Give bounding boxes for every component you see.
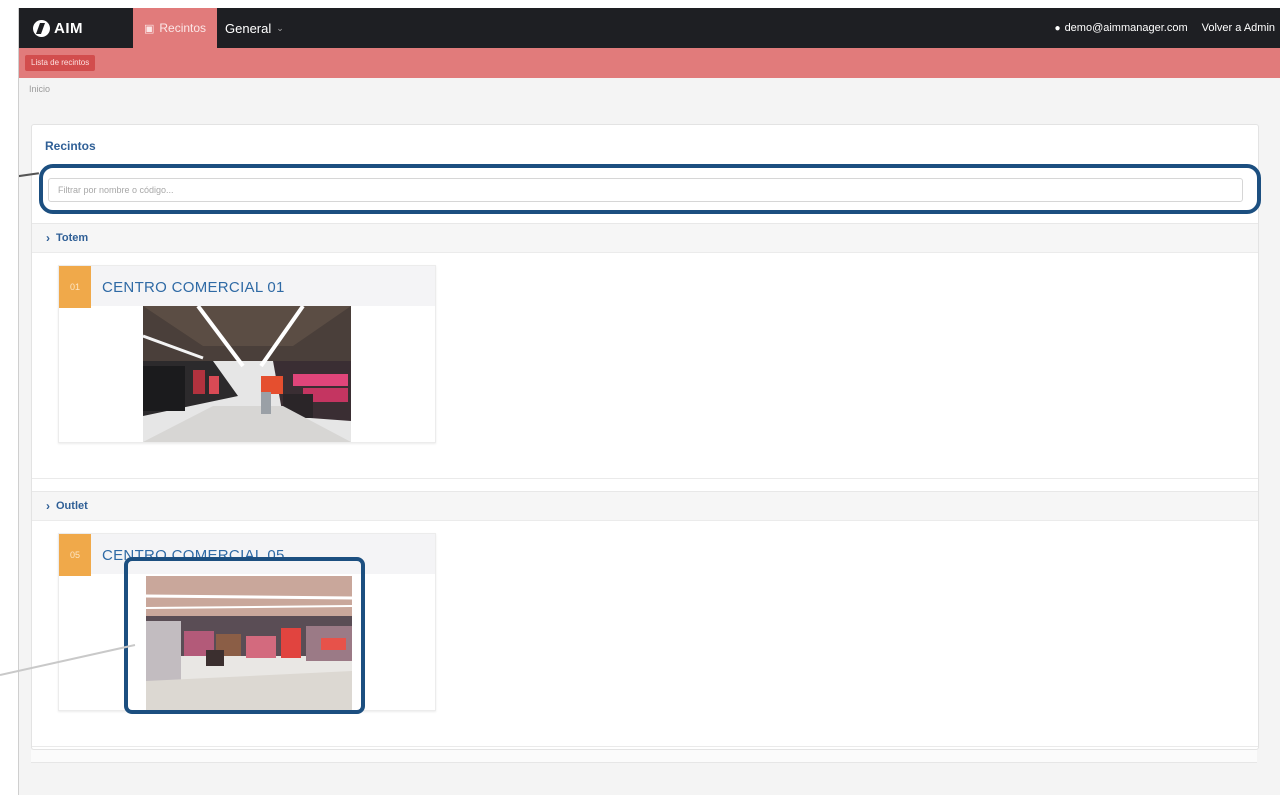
- nav-right: ● demo@aimmanager.com Volver a Admin: [1055, 8, 1275, 48]
- panel-footer: [31, 750, 1257, 763]
- chevron-right-icon: ›: [46, 231, 50, 245]
- group-name: Outlet: [56, 500, 88, 512]
- home-icon: ▣: [143, 22, 155, 35]
- group-header-totem[interactable]: › Totem: [32, 223, 1258, 253]
- nav-recintos[interactable]: ▣ Recintos: [133, 8, 217, 48]
- nav-general-label: General: [225, 20, 272, 36]
- store-image[interactable]: [146, 576, 352, 710]
- user-icon: ●: [1054, 22, 1061, 34]
- brand-text: AIM: [54, 19, 83, 37]
- store-interior-image: [146, 576, 352, 710]
- user-email: demo@aimmanager.com: [1064, 22, 1188, 34]
- venues-panel: Recintos › Totem 01 CENTRO COMERCIAL 01: [19, 124, 1261, 750]
- card-badge: 01: [59, 266, 91, 308]
- brand-logo[interactable]: AIM: [33, 17, 83, 39]
- store-interior-image: [143, 306, 351, 442]
- group-name: Totem: [56, 232, 89, 244]
- group-header-outlet[interactable]: › Outlet: [32, 491, 1258, 521]
- filter-input[interactable]: [48, 178, 1243, 202]
- venue-card[interactable]: 01 CENTRO COMERCIAL 01: [58, 265, 436, 443]
- chevron-down-icon: ⌄: [276, 22, 284, 33]
- aim-logo-icon: [33, 19, 50, 37]
- app-frame: AIM ▣ Recintos General ⌄ ● demo@aimmanag…: [18, 8, 1280, 795]
- venue-list-button[interactable]: Lista de recintos: [25, 55, 96, 71]
- chevron-right-icon: ›: [46, 499, 50, 513]
- nav-recintos-label: Recintos: [159, 21, 207, 35]
- card-title[interactable]: CENTRO COMERCIAL 05: [102, 547, 285, 564]
- store-image[interactable]: [143, 306, 351, 442]
- panel-title: Recintos: [45, 139, 96, 153]
- card-badge: 05: [59, 534, 91, 576]
- card-title[interactable]: CENTRO COMERCIAL 01: [102, 279, 285, 296]
- group-body-totem: 01 CENTRO COMERCIAL 01: [32, 253, 1258, 479]
- breadcrumb[interactable]: Inicio: [29, 84, 50, 94]
- callout-pointer-line: [0, 644, 136, 676]
- callout-pointer-line: [19, 172, 40, 178]
- nav-general-dropdown[interactable]: General ⌄: [225, 8, 284, 48]
- user-menu[interactable]: ● demo@aimmanager.com: [1055, 22, 1188, 34]
- group-body-outlet: 05 CENTRO COMERCIAL 05: [32, 521, 1258, 747]
- sub-navbar: Lista de recintos: [19, 48, 1280, 78]
- top-navbar: AIM ▣ Recintos General ⌄ ● demo@aimmanag…: [19, 8, 1280, 48]
- back-to-admin-link[interactable]: Volver a Admin: [1202, 22, 1275, 34]
